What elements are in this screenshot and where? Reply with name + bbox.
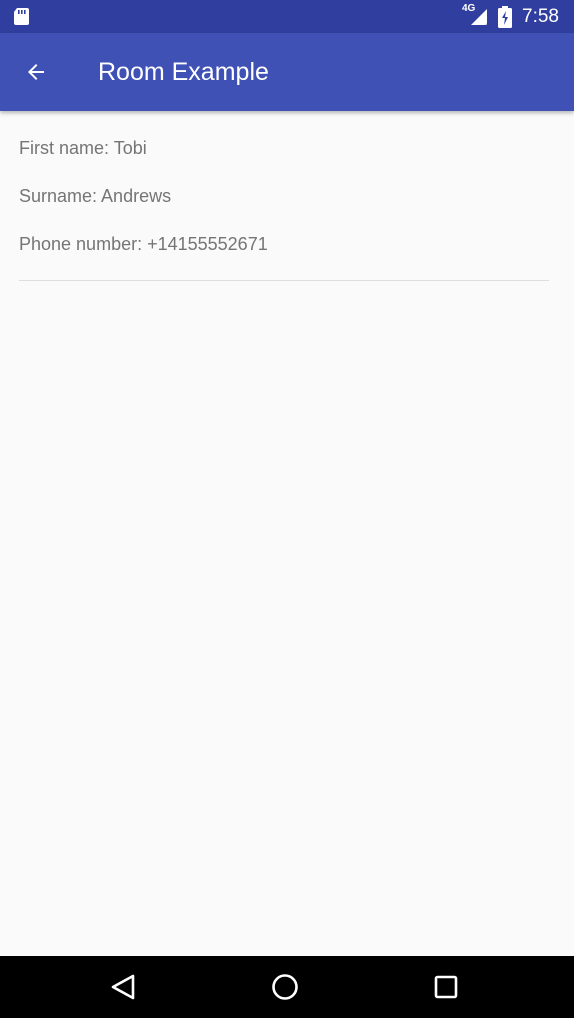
- divider: [19, 280, 549, 281]
- back-triangle-icon: [111, 974, 135, 1000]
- status-bar: 4G 7:58: [0, 0, 574, 33]
- arrow-back-icon: [28, 64, 44, 80]
- contact-details: First name: Tobi Surname: Andrews Phone …: [0, 111, 574, 956]
- signal-icon: [471, 9, 488, 25]
- app-bar: Room Example: [0, 33, 574, 111]
- status-clock: 7:58: [522, 6, 559, 27]
- phone-number-text: Phone number: +14155552671: [19, 234, 268, 254]
- back-button[interactable]: [12, 48, 60, 96]
- surname-text: Surname: Andrews: [19, 186, 172, 206]
- nav-back-button[interactable]: [105, 969, 141, 1005]
- home-circle-icon: [272, 974, 298, 1000]
- nav-home-button[interactable]: [267, 969, 303, 1005]
- nav-recents-button[interactable]: [428, 969, 464, 1005]
- battery-icon: [498, 6, 512, 28]
- sd-card-icon: [14, 8, 29, 25]
- system-nav-bar: [0, 956, 574, 1018]
- recents-square-icon: [434, 975, 458, 999]
- page-title: Room Example: [98, 58, 269, 86]
- first-name-text: First name: Tobi: [19, 138, 147, 158]
